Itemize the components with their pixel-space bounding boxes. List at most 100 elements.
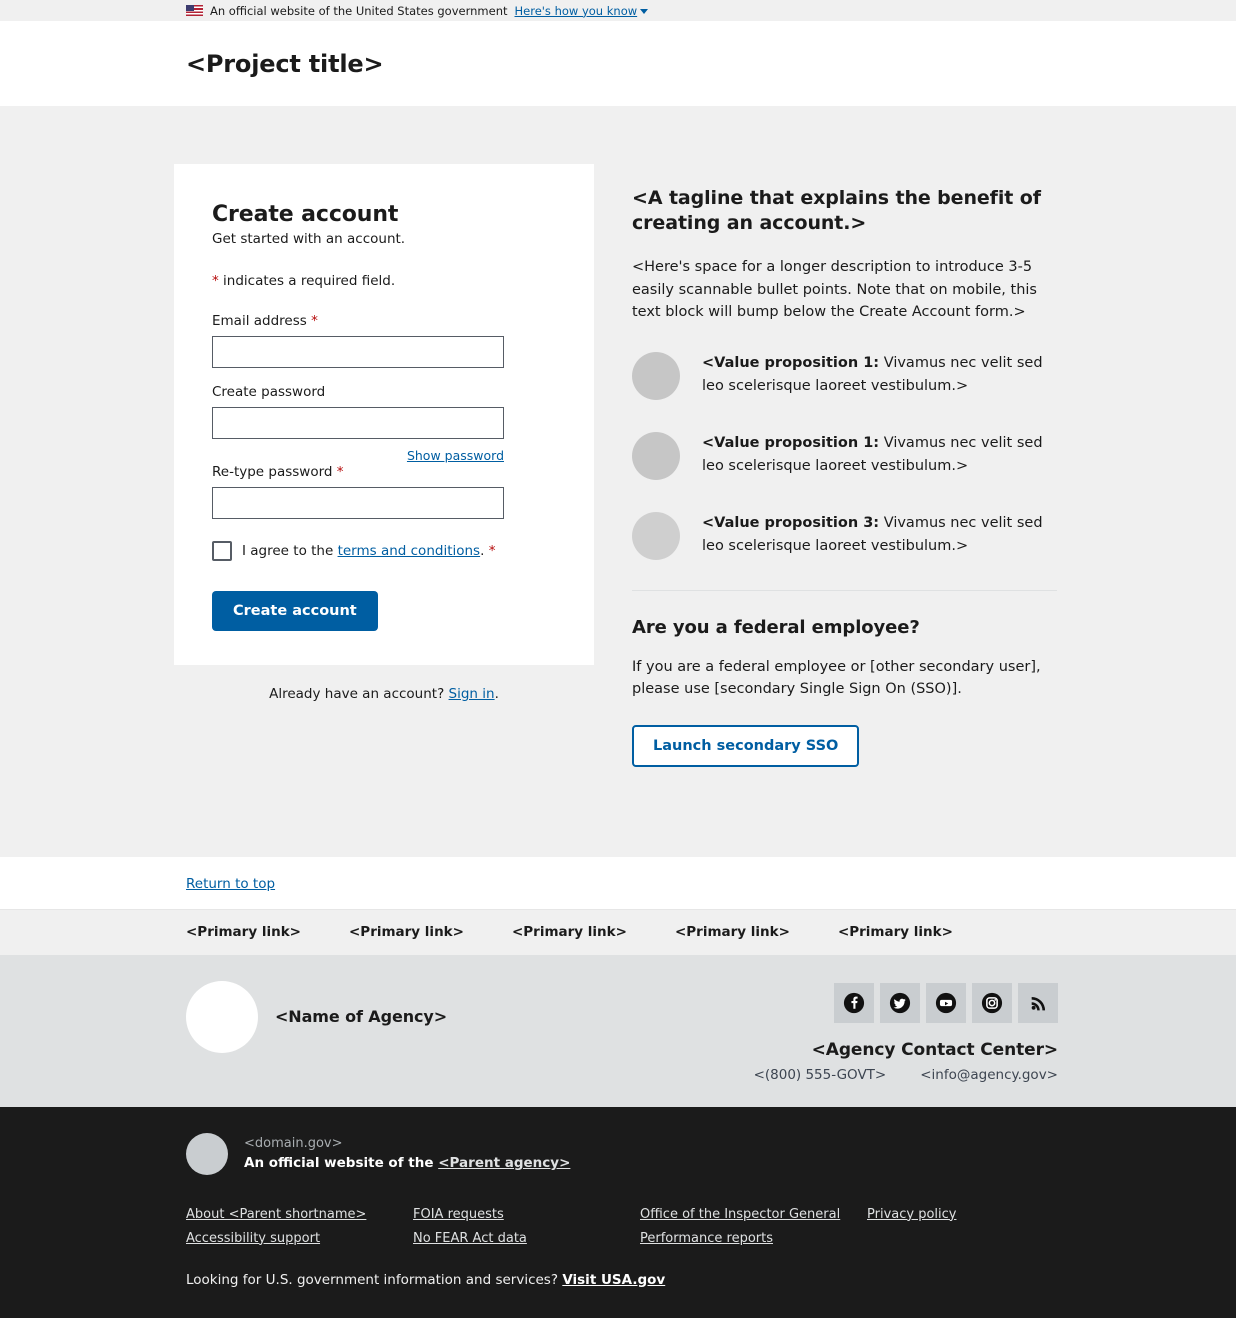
retype-required-asterisk: *	[336, 464, 344, 480]
foia-requests-link[interactable]: FOIA requests	[413, 1207, 640, 1222]
accessibility-support-link[interactable]: Accessibility support	[186, 1231, 413, 1246]
list-item: <Value proposition 3: Vivamus nec velit …	[632, 510, 1057, 560]
required-field-note: * indicates a required field.	[212, 273, 556, 289]
main-content: Create account Get started with an accou…	[0, 106, 1236, 857]
section-divider	[632, 589, 1057, 591]
sign-in-prompt: Already have an account? Sign in.	[269, 686, 499, 702]
parent-agency-link[interactable]: <Parent agency>	[438, 1155, 570, 1171]
terms-required-asterisk: *	[488, 543, 496, 559]
benefits-description: <Here's space for a longer description t…	[632, 259, 1037, 321]
agency-contact-center-title: <Agency Contact Center>	[811, 1039, 1058, 1060]
footer-primary-link-3[interactable]: <Primary link>	[512, 924, 627, 940]
terms-checkbox-label: I agree to the terms and conditions. *	[242, 543, 496, 559]
page-root: An official website of the United States…	[0, 0, 1236, 1318]
benefits-tagline: <A tagline that explains the benefit of …	[632, 187, 1041, 235]
footer-primary-nav: <Primary link> <Primary link> <Primary l…	[0, 908, 1236, 955]
value-proposition-list: <Value proposition 1: Vivamus nec velit …	[632, 350, 1057, 560]
create-account-subtitle: Get started with an account.	[212, 231, 406, 247]
value-proposition-label: <Value proposition 1:	[702, 354, 880, 371]
chevron-down-icon[interactable]	[640, 8, 649, 14]
email-label: Email address *	[212, 313, 318, 329]
footer-primary-link-5[interactable]: <Primary link>	[838, 924, 953, 940]
value-proposition-label: <Value proposition 3:	[702, 514, 880, 531]
return-to-top-link[interactable]: Return to top	[186, 876, 275, 892]
youtube-icon[interactable]	[926, 982, 966, 1023]
value-proposition-text: <Value proposition 3: Vivamus nec velit …	[702, 510, 1057, 558]
create-account-heading: Create account	[212, 202, 399, 227]
identifier-domain: <domain.gov>	[244, 1135, 343, 1151]
gov-banner-text: An official website of the United States…	[210, 3, 508, 18]
us-flag-icon	[186, 5, 203, 16]
no-fear-act-data-link[interactable]: No FEAR Act data	[413, 1231, 640, 1246]
terms-checkbox-row: I agree to the terms and conditions. *	[212, 541, 556, 561]
list-item: <Value proposition 1: Vivamus nec velit …	[632, 430, 1057, 480]
agency-name: <Name of Agency>	[275, 1007, 448, 1026]
about-parent-shortname-link[interactable]: About <Parent shortname>	[186, 1207, 413, 1222]
create-account-card: Create account Get started with an accou…	[174, 164, 594, 665]
required-asterisk: *	[212, 273, 219, 289]
required-field-note-text: indicates a required field.	[218, 273, 396, 289]
identifier-link-column: Privacy policy	[867, 1207, 956, 1246]
retype-password-input[interactable]	[212, 487, 504, 519]
agency-footer: <Name of Agency> <Agency Contact Center>…	[0, 954, 1236, 1107]
identifier-official-line: An official website of the <Parent agenc…	[244, 1155, 571, 1172]
show-password-toggle[interactable]: Show password	[407, 448, 504, 463]
parent-agency-seal-placeholder-icon	[186, 1132, 228, 1175]
email-required-asterisk: *	[311, 313, 318, 329]
office-of-inspector-general-link[interactable]: Office of the Inspector General	[640, 1207, 867, 1222]
email-input[interactable]	[212, 336, 504, 368]
twitter-icon[interactable]	[880, 982, 920, 1023]
identifier-section: <domain.gov> An official website of the …	[0, 1106, 1236, 1318]
agency-contact-details: <(800) 555-GOVT> <info@agency.gov>	[754, 1067, 1058, 1083]
placeholder-circle-icon	[632, 511, 680, 560]
retype-password-label: Re-type password *	[212, 464, 344, 480]
footer-primary-link-4[interactable]: <Primary link>	[675, 924, 790, 940]
agency-identity: <Name of Agency>	[186, 980, 448, 1053]
password-input[interactable]	[212, 407, 504, 439]
identifier-link-column: Office of the Inspector General Performa…	[640, 1207, 867, 1246]
agency-seal-placeholder-icon	[186, 980, 258, 1053]
placeholder-circle-icon	[632, 351, 680, 400]
rss-icon[interactable]	[1018, 982, 1058, 1023]
value-proposition-text: <Value proposition 1: Vivamus nec velit …	[702, 350, 1057, 398]
identifier-required-links: About <Parent shortname> Accessibility s…	[186, 1207, 1058, 1246]
performance-reports-link[interactable]: Performance reports	[640, 1231, 867, 1246]
page-title: <Project title>	[186, 49, 384, 78]
heres-how-you-know-label[interactable]: Here's how you know	[515, 4, 638, 18]
retype-password-field-group: Re-type password *	[212, 464, 556, 519]
agency-email[interactable]: <info@agency.gov>	[920, 1067, 1058, 1083]
launch-secondary-sso-button[interactable]: Launch secondary SSO	[632, 724, 860, 767]
social-links	[754, 982, 1058, 1023]
visit-usa-gov-link[interactable]: Visit USA.gov	[562, 1272, 665, 1288]
federal-employee-heading: Are you a federal employee?	[632, 616, 920, 638]
email-field-group: Email address *	[212, 313, 556, 368]
agency-phone[interactable]: <(800) 555-GOVT>	[754, 1067, 887, 1083]
heres-how-you-know-toggle[interactable]: Here's how you know	[515, 4, 649, 18]
placeholder-circle-icon	[632, 431, 680, 480]
value-proposition-label: <Value proposition 1:	[702, 434, 880, 451]
create-account-column: Create account Get started with an accou…	[174, 164, 594, 702]
password-label: Create password	[212, 384, 326, 400]
show-password-row: Show password	[212, 445, 504, 464]
footer-primary-link-2[interactable]: <Primary link>	[349, 924, 464, 940]
privacy-policy-link[interactable]: Privacy policy	[867, 1207, 956, 1222]
list-item: <Value proposition 1: Vivamus nec velit …	[632, 350, 1057, 400]
footer-primary-link-1[interactable]: <Primary link>	[186, 924, 301, 940]
benefits-column: <A tagline that explains the benefit of …	[632, 164, 1057, 767]
facebook-icon[interactable]	[834, 982, 874, 1023]
sign-in-link[interactable]: Sign in	[449, 686, 495, 702]
agency-contact-block: <Agency Contact Center> <(800) 555-GOVT>…	[754, 981, 1058, 1083]
identifier-masthead: <domain.gov> An official website of the …	[186, 1132, 1058, 1175]
terms-checkbox[interactable]	[212, 541, 232, 561]
identifier-link-column: FOIA requests No FEAR Act data	[413, 1207, 640, 1246]
value-proposition-text: <Value proposition 1: Vivamus nec velit …	[702, 430, 1057, 478]
password-field-group: Create password	[212, 384, 556, 439]
usagov-line: Looking for U.S. government information …	[186, 1271, 666, 1288]
create-account-button[interactable]: Create account	[212, 591, 378, 631]
gov-banner: An official website of the United States…	[0, 0, 1236, 21]
terms-and-conditions-link[interactable]: terms and conditions	[338, 543, 481, 559]
instagram-icon[interactable]	[972, 982, 1012, 1023]
identifier-identity-text: <domain.gov> An official website of the …	[244, 1134, 570, 1174]
federal-employee-text: If you are a federal employee or [other …	[632, 658, 1041, 698]
return-to-top-strip: Return to top	[0, 856, 1236, 909]
